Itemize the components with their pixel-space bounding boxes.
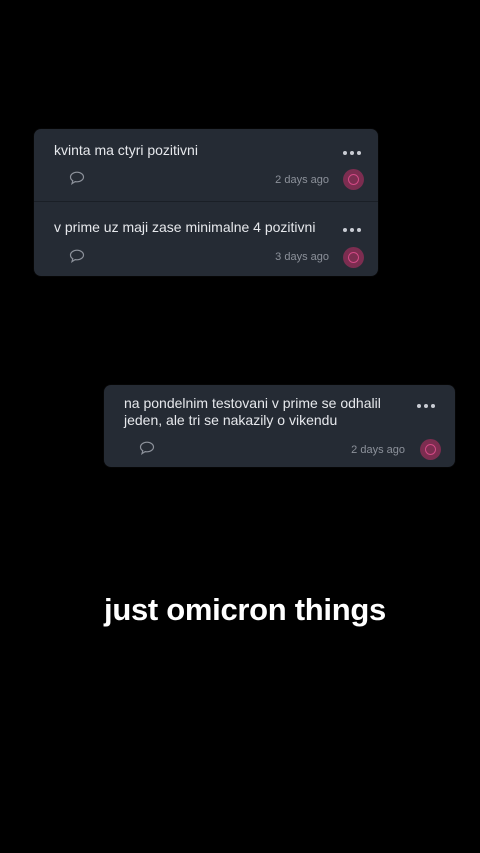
more-options-icon[interactable]: [343, 150, 361, 156]
comment-icon[interactable]: [69, 249, 85, 263]
story-canvas: kvinta ma ctyri pozitivni 2 days ago v p…: [0, 0, 480, 853]
post-card-group-top: kvinta ma ctyri pozitivni 2 days ago v p…: [34, 129, 378, 276]
post-item: v prime uz maji zase minimalne 4 pozitiv…: [34, 201, 378, 277]
post-timestamp: 3 days ago: [275, 251, 329, 263]
avatar[interactable]: [420, 439, 441, 460]
post-text: na pondelnim testovani v prime se odhali…: [124, 395, 381, 428]
post-text: v prime uz maji zase minimalne 4 pozitiv…: [54, 219, 316, 235]
comment-icon[interactable]: [69, 171, 85, 185]
avatar[interactable]: [343, 247, 364, 268]
comment-icon[interactable]: [139, 441, 155, 455]
post-text: kvinta ma ctyri pozitivni: [54, 142, 198, 158]
post-timestamp: 2 days ago: [351, 444, 405, 456]
post-timestamp: 2 days ago: [275, 174, 329, 186]
post-item: kvinta ma ctyri pozitivni 2 days ago: [34, 129, 378, 201]
avatar[interactable]: [343, 169, 364, 190]
post-item: na pondelnim testovani v prime se odhali…: [104, 385, 455, 467]
story-caption: just omicron things: [104, 592, 386, 627]
more-options-icon[interactable]: [343, 227, 361, 233]
more-options-icon[interactable]: [417, 403, 435, 409]
post-card: na pondelnim testovani v prime se odhali…: [104, 385, 455, 467]
